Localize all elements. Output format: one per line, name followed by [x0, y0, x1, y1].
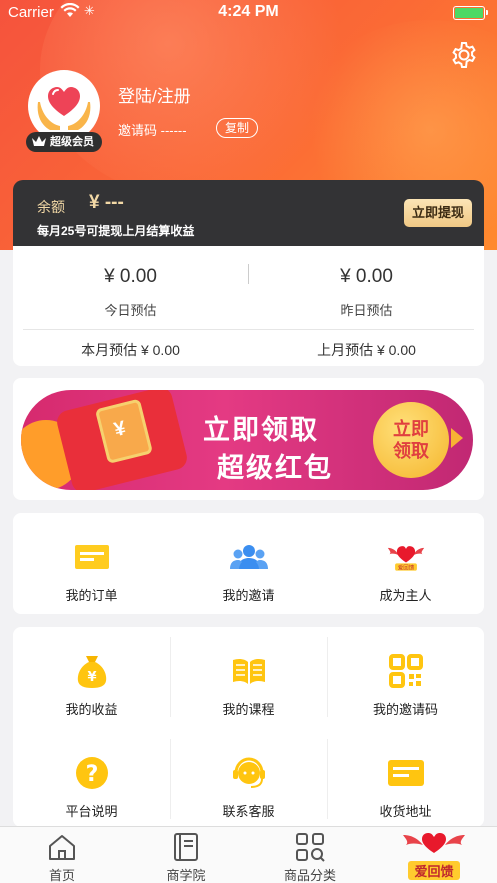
today-estimate[interactable]: ¥ 0.00 今日预估 — [13, 266, 248, 319]
quick-menu: 我的订单 我的邀请 爱回馈 成为主人 — [13, 513, 484, 614]
heart-wings-icon — [372, 831, 496, 863]
tool-platform-info[interactable]: ? 平台说明 — [13, 753, 170, 820]
tab-love-feedback[interactable]: 爱回馈 — [372, 831, 496, 881]
tab-home[interactable]: 首页 — [0, 831, 124, 883]
vip-badge-label: 超级会员 — [50, 136, 94, 148]
battery-icon — [453, 6, 488, 20]
banner-title-line1: 立即领取 — [203, 415, 319, 445]
tab-business-school[interactable]: 商学院 — [124, 831, 248, 883]
red-packet-banner-card: ¥ 立即领取 超级红包 立即 领取 — [13, 378, 484, 500]
tab-label: 首页 — [48, 868, 75, 883]
menu-item-orders[interactable]: 我的订单 — [13, 537, 170, 604]
withdraw-note: 每月25号可提现上月结算收益 — [37, 224, 195, 238]
earnings-summary: ¥ 0.00 今日预估 ¥ 0.00 昨日预估 本月预估 ¥ 0.00 上月预估… — [13, 246, 484, 366]
tools-grid: ¥ 我的收益 我的课程 我的邀请码 ? 平台说明 联系客服 收货地址 — [13, 627, 484, 827]
today-label: 今日预估 — [104, 303, 157, 318]
heart-hands-icon — [37, 87, 91, 130]
withdraw-button[interactable]: 立即提现 — [404, 199, 472, 227]
menu-item-become-owner[interactable]: 爱回馈 成为主人 — [327, 537, 484, 604]
today-value: ¥ 0.00 — [104, 266, 157, 287]
yesterday-label: 昨日预估 — [340, 303, 393, 318]
claim-button-line1: 立即 — [393, 419, 429, 439]
book-icon — [229, 651, 269, 691]
svg-text:¥: ¥ — [87, 670, 96, 685]
tool-label: 收货地址 — [379, 804, 432, 819]
tool-label: 我的邀请码 — [372, 702, 438, 717]
clock: 4:24 PM — [218, 3, 279, 20]
tab-categories[interactable]: 商品分类 — [248, 831, 372, 883]
this-month-estimate: 本月预估 ¥ 0.00 — [81, 342, 180, 358]
heart-wings-icon: 爱回馈 — [386, 537, 426, 577]
invite-code: 邀请码 ------ — [118, 123, 187, 138]
gear-icon[interactable] — [449, 40, 479, 70]
tool-shipping-address[interactable]: 收货地址 — [327, 753, 484, 820]
menu-item-label: 我的邀请 — [222, 588, 275, 603]
tool-label: 我的课程 — [222, 702, 275, 717]
notebook-icon — [124, 831, 248, 863]
last-month-estimate: 上月预估 ¥ 0.00 — [317, 342, 416, 358]
claim-button[interactable]: 立即 领取 — [373, 402, 449, 478]
login-register-link[interactable]: 登陆/注册 — [118, 82, 191, 107]
tool-invite-code[interactable]: 我的邀请码 — [327, 651, 484, 718]
menu-item-label: 我的订单 — [65, 588, 118, 603]
svg-text:?: ? — [85, 762, 98, 787]
question-icon: ? — [72, 753, 112, 793]
money-bag-icon: ¥ — [72, 651, 112, 691]
headset-icon — [229, 753, 269, 793]
tool-courses[interactable]: 我的课程 — [170, 651, 327, 718]
tool-label: 平台说明 — [65, 804, 118, 819]
banner-title-line2: 超级红包 — [217, 453, 333, 483]
tab-label: 商品分类 — [283, 868, 336, 883]
tool-earnings[interactable]: ¥ 我的收益 — [13, 651, 170, 718]
copy-button[interactable]: 复制 — [216, 118, 258, 138]
qr-code-icon — [386, 651, 426, 691]
tab-label: 爱回馈 — [408, 861, 460, 880]
balance-label: 余额 — [37, 199, 65, 215]
crown-icon — [31, 134, 47, 155]
status-bar: Carrier ✳ 4:24 PM — [0, 0, 497, 26]
tool-label: 联系客服 — [222, 804, 275, 819]
tool-customer-service[interactable]: 联系客服 — [170, 753, 327, 820]
yesterday-estimate[interactable]: ¥ 0.00 昨日预估 — [249, 266, 484, 319]
red-packet-banner[interactable]: ¥ 立即领取 超级红包 立即 领取 — [21, 390, 473, 490]
balance-value: ¥ --- — [89, 192, 124, 213]
balance-panel: 余额 ¥ --- 每月25号可提现上月结算收益 立即提现 — [13, 180, 484, 246]
arrow-icon — [451, 428, 463, 448]
order-icon — [72, 537, 112, 577]
category-icon — [248, 831, 372, 863]
vip-badge: 超级会员 — [26, 132, 102, 152]
people-icon — [229, 537, 269, 577]
claim-button-line2: 领取 — [393, 441, 429, 461]
menu-item-label: 成为主人 — [379, 588, 432, 603]
menu-item-invites[interactable]: 我的邀请 — [170, 537, 327, 604]
tab-bar: 首页 商学院 商品分类 爱回馈 — [0, 826, 497, 883]
badge-text: 爱回馈 — [397, 564, 414, 572]
address-card-icon — [386, 753, 426, 793]
tool-label: 我的收益 — [65, 702, 118, 717]
tab-label: 商学院 — [166, 868, 206, 883]
red-envelope-icon: ¥ — [54, 390, 190, 490]
divider — [23, 329, 474, 330]
yesterday-value: ¥ 0.00 — [340, 266, 393, 287]
home-icon — [0, 831, 124, 863]
